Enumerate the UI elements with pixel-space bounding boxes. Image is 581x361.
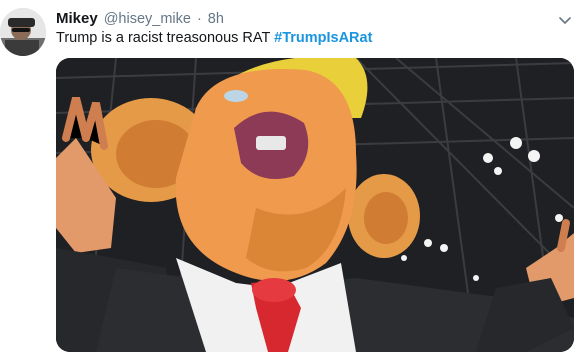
tweet-image[interactable]: [56, 58, 574, 352]
hashtag-link[interactable]: #TrumpIsARat: [274, 30, 372, 46]
tweet-card[interactable]: Mikey @hisey_mike · 8h Trump is a racist…: [0, 0, 581, 361]
inflatable-rat-photo: [56, 58, 574, 352]
timestamp[interactable]: 8h: [208, 11, 224, 27]
tweet-text: Trump is a racist treasonous RAT #TrumpI…: [56, 30, 372, 46]
separator-dot: ·: [196, 11, 202, 27]
user-handle[interactable]: @hisey_mike: [104, 11, 191, 27]
tweet-header: Mikey @hisey_mike · 8h: [56, 10, 224, 30]
avatar[interactable]: [0, 8, 46, 56]
tweet-body: Trump is a racist treasonous RAT: [56, 30, 271, 46]
display-name[interactable]: Mikey: [56, 10, 98, 27]
avatar-image: [0, 8, 46, 56]
chevron-down-icon[interactable]: [557, 12, 573, 28]
